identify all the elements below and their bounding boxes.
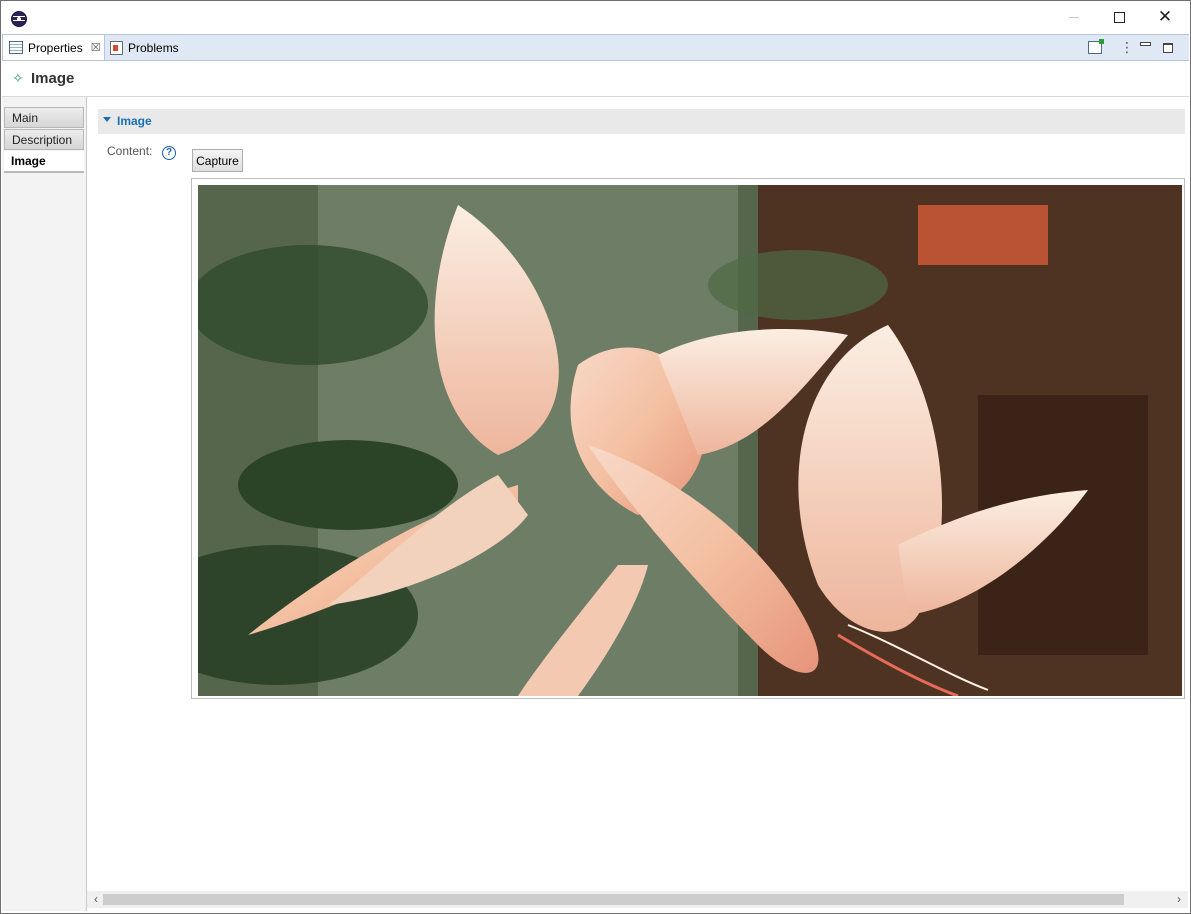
maximize-view-icon[interactable] — [1163, 35, 1173, 60]
tab-properties[interactable]: Properties ☒ — [2, 35, 105, 60]
tab-properties-label: Properties — [28, 40, 83, 55]
scroll-right-arrow-icon[interactable]: › — [1172, 892, 1186, 907]
image-preview-frame — [191, 178, 1185, 699]
view-menu-icon[interactable]: ⋮ — [1120, 35, 1134, 60]
problems-icon — [110, 40, 123, 55]
page-title: Image — [31, 70, 75, 87]
flower-photo-illustration — [198, 185, 1182, 696]
close-icon: ✕ — [1157, 7, 1173, 27]
expand-arrow-icon[interactable] — [103, 117, 111, 122]
properties-header: ✧ Image — [2, 61, 1189, 97]
tab-problems[interactable]: Problems — [106, 35, 196, 60]
minimize-view-icon[interactable] — [1140, 35, 1151, 60]
image-section-header[interactable]: Image — [98, 109, 1185, 134]
tab-close-icon[interactable]: ☒ — [91, 41, 101, 54]
eclipse-app-icon — [11, 11, 27, 27]
app-window: ✕ Properties ☒ Problems ⋮ ✧ Image Main D… — [0, 0, 1191, 914]
window-close-button[interactable]: ✕ — [1142, 1, 1188, 34]
capture-button[interactable]: Capture — [192, 149, 243, 172]
scroll-left-arrow-icon[interactable]: ‹ — [89, 892, 103, 907]
sparkle-icon: ✧ — [12, 71, 24, 87]
properties-icon — [9, 41, 23, 54]
category-tab-description[interactable]: Description — [4, 129, 84, 150]
category-tab-main[interactable]: Main — [4, 107, 84, 128]
pin-editor-icon[interactable] — [1088, 35, 1104, 60]
view-tab-bar: Properties ☒ Problems ⋮ — [2, 34, 1189, 61]
content-label: Content: — [107, 144, 153, 158]
window-maximize-button[interactable] — [1096, 1, 1142, 34]
title-bar: ✕ — [1, 1, 1190, 34]
flower-photo — [198, 185, 1182, 696]
category-tab-image[interactable]: Image — [4, 151, 84, 173]
horizontal-scrollbar[interactable]: ‹ › — [87, 891, 1188, 908]
window-minimize-button[interactable] — [1051, 1, 1097, 34]
help-icon[interactable]: ? — [162, 146, 176, 160]
tab-problems-label: Problems — [128, 40, 179, 55]
section-title: Image — [117, 114, 152, 128]
properties-category-tabs: Main Description Image — [2, 97, 87, 911]
minimize-line-icon — [1069, 17, 1079, 18]
scroll-thumb[interactable] — [103, 894, 1124, 905]
maximize-square-icon — [1113, 12, 1125, 23]
